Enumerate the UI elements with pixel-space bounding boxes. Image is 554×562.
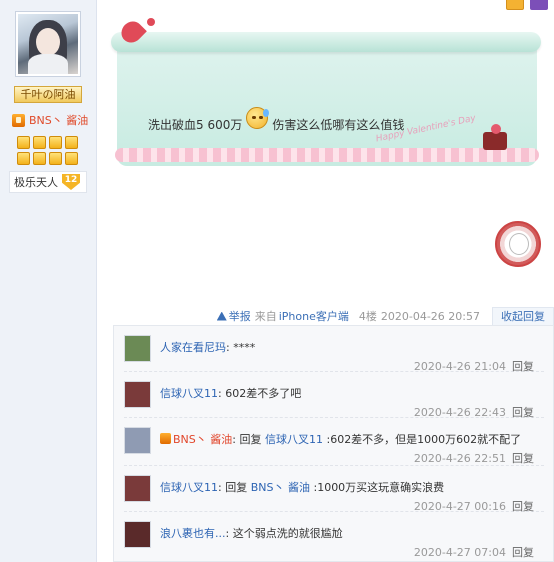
reply-content: 602差不多了吧 — [225, 387, 302, 400]
level-name: 极乐天人 — [14, 176, 58, 189]
badge-icon[interactable] — [65, 136, 78, 149]
reply-body: 信球八叉11: 回复 BNS丶 酱油 :1000万买这玩意确实浪费 — [160, 479, 444, 495]
gift-box-icon — [477, 124, 511, 152]
reply-body: 浪八裹也有...: 这个弱点洗的就很尴尬 — [160, 525, 343, 541]
reply-colon: : — [218, 387, 222, 400]
reply-item: 信球八叉11: 602差不多了吧 2020-4-26 22:43 回复 — [124, 372, 544, 419]
reply-item: 人家在看尼玛: **** 2020-4-26 21:04 回复 — [124, 326, 544, 373]
reply-avatar[interactable] — [124, 475, 151, 502]
post-text-part1: 洗出破血5 600万 — [148, 117, 243, 132]
warning-icon — [216, 311, 227, 321]
post-scroll-background: Happy Valentine's Day 洗出破血5 600万 伤害这么低哪有… — [111, 17, 541, 172]
crying-emoji-icon — [246, 107, 270, 129]
reply-item: 浪八裹也有...: 这个弱点洗的就很尴尬 2020-4-27 07:04 回复 — [124, 512, 544, 562]
reply-target[interactable]: 信球八叉11 — [265, 433, 323, 446]
reply-colon: : — [232, 433, 236, 446]
user-sidebar: 千叶の阿油 BNS丶 酱油 极乐天人 12 — [0, 0, 97, 562]
reply-time: 2020-4-26 22:51 — [413, 452, 506, 465]
reply-avatar[interactable] — [124, 427, 151, 454]
from-text: 来自 iPhone客户端 — [255, 308, 351, 324]
reply-content: **** — [233, 341, 256, 354]
badge-icon[interactable] — [17, 136, 30, 149]
medal-icon — [160, 433, 171, 444]
badge-grid — [17, 136, 79, 165]
reply-word: 回复 — [239, 433, 262, 446]
reply-colon: : — [218, 481, 222, 494]
client-icon[interactable] — [506, 0, 524, 10]
reply-username[interactable]: 信球八叉11 — [160, 387, 218, 400]
post-text-part2: 伤害这么低哪有这么值钱 — [272, 117, 405, 132]
reply-body: 信球八叉11: 602差不多了吧 — [160, 385, 301, 401]
reply-list: 人家在看尼玛: **** 2020-4-26 21:04 回复 信球八叉11: 6… — [113, 325, 554, 562]
report-link[interactable]: 举报 — [216, 308, 251, 324]
cupid-heart-icon — [115, 14, 155, 48]
report-label: 举报 — [228, 310, 251, 323]
reply-avatar[interactable] — [124, 521, 151, 548]
reply-item: 信球八叉11: 回复 BNS丶 酱油 :1000万买这玩意确实浪费 2020-4… — [124, 466, 544, 513]
reply-avatar[interactable] — [124, 335, 151, 362]
floor-number: 4楼 — [358, 310, 377, 323]
badge-icon[interactable] — [33, 152, 46, 165]
reply-time-row: 2020-4-27 07:04 回复 — [414, 544, 534, 560]
post-main: Happy Valentine's Day 洗出破血5 600万 伤害这么低哪有… — [97, 0, 554, 562]
reply-item: BNS丶 酱油: 回复 信球八叉11 :602差不多，但是1000万602就不配… — [124, 418, 544, 466]
reply-body: BNS丶 酱油: 回复 信球八叉11 :602差不多，但是1000万602就不配… — [160, 431, 521, 447]
user-avatar[interactable] — [15, 11, 81, 77]
level-shield-icon: 12 — [62, 174, 80, 190]
reply-colon: : — [226, 341, 230, 354]
reply-body: 人家在看尼玛: **** — [160, 339, 255, 355]
reply-word: 回复 — [225, 481, 248, 494]
reply-button[interactable]: 回复 — [512, 452, 534, 465]
badge-icon[interactable] — [49, 136, 62, 149]
reply-colon: : — [225, 527, 230, 540]
reply-content: 这个弱点洗的就很尴尬 — [232, 527, 343, 540]
rank-badge[interactable]: 千叶の阿油 — [14, 86, 82, 103]
reply-target[interactable]: BNS丶 酱油 — [251, 481, 310, 494]
badge-icon[interactable] — [33, 136, 46, 149]
badge-icon[interactable] — [17, 152, 30, 165]
badge-icon[interactable] — [65, 152, 78, 165]
client-link[interactable]: iPhone客户端 — [279, 310, 349, 323]
reply-avatar[interactable] — [124, 381, 151, 408]
post-page: 千叶の阿油 BNS丶 酱油 极乐天人 12 Happy Valentine's … — [0, 0, 554, 562]
level-box[interactable]: 极乐天人 12 — [9, 171, 87, 193]
valentine-sticker-icon — [495, 221, 541, 267]
medal-icon — [12, 113, 25, 127]
vip-icon[interactable] — [530, 0, 548, 10]
reply-time-row: 2020-4-26 22:51 回复 — [414, 450, 534, 466]
collapse-reply-button[interactable]: 收起回复 — [492, 307, 554, 325]
badge-icon[interactable] — [49, 152, 62, 165]
post-content: 洗出破血5 600万 伤害这么低哪有这么值钱 — [148, 107, 405, 135]
from-prefix: 来自 — [254, 310, 277, 323]
avatar-image — [18, 14, 78, 74]
reply-username[interactable]: 人家在看尼玛 — [160, 341, 226, 354]
reply-time: 2020-4-27 07:04 — [413, 546, 506, 559]
reply-username[interactable]: BNS丶 酱油 — [173, 433, 232, 446]
post-date: 2020-04-26 20:57 — [380, 309, 480, 323]
reply-username[interactable]: 信球八叉11 — [160, 481, 218, 494]
medal-row[interactable]: BNS丶 酱油 — [12, 112, 88, 128]
reply-content: :602差不多，但是1000万602就不配了 — [326, 433, 522, 446]
reply-button[interactable]: 回复 — [512, 546, 534, 559]
reply-content: :1000万买这玩意确实浪费 — [313, 481, 445, 494]
post-meta: 举报 来自 iPhone客户端 4楼 2020-04-26 20:57 收起回复 — [97, 307, 554, 325]
reply-username[interactable]: 浪八裹也有... — [160, 527, 226, 540]
medal-name[interactable]: BNS丶 酱油 — [29, 112, 88, 128]
